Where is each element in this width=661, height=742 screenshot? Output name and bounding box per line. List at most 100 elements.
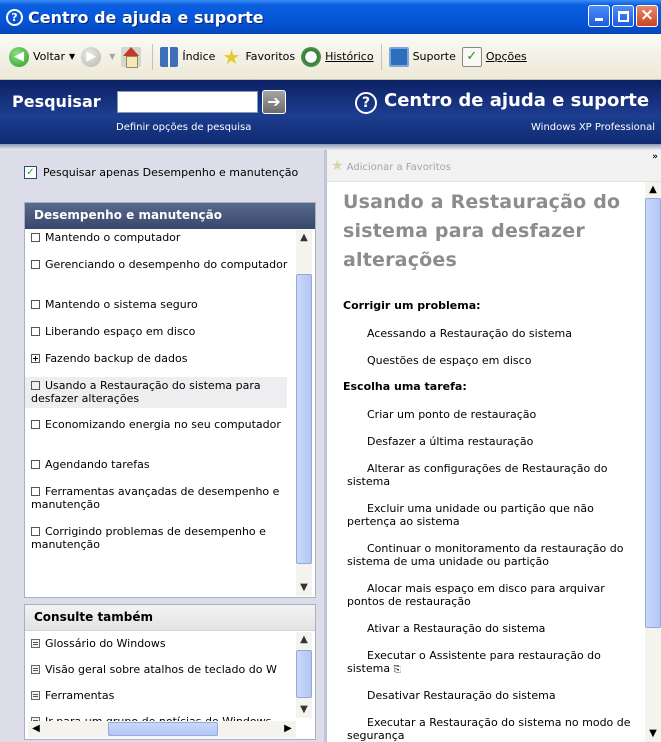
index-button[interactable]: Índice [157,42,218,72]
topic-label: Usando a Restauração do sistema para des… [31,379,261,405]
task-link[interactable]: Desativar Restauração do sistema [347,689,643,702]
task-link[interactable]: Criar um ponto de restauração [347,408,643,421]
history-button[interactable]: Histórico [298,42,376,72]
scroll-thumb[interactable] [108,722,218,736]
section-heading: Corrigir um problema: [343,299,481,312]
support-button[interactable]: Suporte [386,42,459,72]
topic-item[interactable]: Mantendo o sistema seguro [31,298,295,311]
scroll-thumb[interactable] [645,198,661,628]
favorites-button[interactable]: ★ Favoritos [218,42,298,72]
task-link[interactable]: Ativar a Restauração do sistema [347,622,643,635]
title-bar[interactable]: ? Centro de ajuda e suporte × [0,0,661,34]
search-options-link[interactable]: Definir opções de pesquisa [116,122,251,133]
back-button[interactable]: ◀ Voltar ▼ [6,42,78,72]
see-also-label: Visão geral sobre atalhos de teclado do … [45,663,277,676]
topic-icon [31,487,40,496]
see-also-scrollbar[interactable]: ▲ ▼ [296,632,312,718]
category-panel: Desempenho e manutenção Mantendo o compu… [24,202,316,598]
content-pane: ★ Adicionar a Favoritos » Usando a Restau… [327,150,661,742]
search-label: Pesquisar [12,92,101,111]
topic-item[interactable]: Fazendo backup de dados [31,352,295,365]
topic-icon [31,420,40,429]
task-link[interactable]: Continuar o monitoramento da restauração… [347,542,643,568]
scroll-down-icon[interactable]: ▼ [645,726,661,742]
topic-item[interactable]: Liberando espaço em disco [31,325,295,338]
support-icon [388,46,409,67]
topic-item[interactable]: Mantendo o computador [31,231,295,244]
topic-item[interactable]: Corrigindo problemas de desempenho e man… [31,525,295,551]
forward-arrow-icon: ▶ [81,46,102,67]
topic-label: Ferramentas avançadas de desempenho e ma… [31,485,280,511]
topic-item[interactable]: Economizando energia no seu computador [31,418,295,431]
close-icon: × [639,5,655,25]
search-input[interactable] [117,91,258,113]
scroll-right-icon[interactable]: ▶ [280,721,296,737]
scroll-thumb[interactable] [296,650,312,698]
task-link-wizard[interactable]: Executar o Assistente para restauração d… [347,649,643,677]
forward-dropdown-icon[interactable]: ▼ [109,52,115,61]
task-link[interactable]: Questões de espaço em disco [347,354,643,367]
topic-item[interactable]: Agendando tarefas [31,458,295,471]
topic-item[interactable]: Ferramentas avançadas de desempenho e ma… [31,485,295,511]
back-label: Voltar [33,50,66,63]
add-to-favorites-button[interactable]: ★ Adicionar a Favoritos [331,158,451,174]
expand-icon [31,354,40,363]
topic-item[interactable]: Gerenciando o desempenho do computador [31,258,295,271]
book-icon [160,46,179,67]
task-link[interactable]: Alocar mais espaço em disco para arquiva… [347,582,643,608]
article-heading: Usando a Restauração do sistema para des… [343,191,621,271]
topic-label: Gerenciando o desempenho do computador [45,258,288,271]
toolbar-separator [380,43,382,70]
scroll-up-icon[interactable]: ▲ [645,182,661,198]
brand-title: Centro de ajuda e suporte [384,90,650,111]
article-scrollbar[interactable]: ▲ ▼ [645,182,661,742]
index-label: Índice [182,50,216,63]
scroll-down-icon[interactable]: ▼ [296,702,312,718]
topic-label: Mantendo o sistema seguro [45,298,198,311]
scroll-up-icon[interactable]: ▲ [296,230,312,246]
topic-label: Economizando energia no seu computador [45,418,281,431]
star-icon: ★ [331,158,344,174]
topic-icon [31,527,40,536]
task-link[interactable]: Excluir uma unidade ou partição que não … [347,502,643,528]
scroll-up-icon[interactable]: ▲ [296,632,312,648]
scroll-down-icon[interactable]: ▼ [296,580,312,596]
see-also-item[interactable]: Ferramentas [31,689,297,702]
content-toolbar: ★ Adicionar a Favoritos » [327,150,661,182]
history-label: Histórico [325,50,374,63]
search-header: Pesquisar ➔ Definir opções de pesquisa ?… [0,80,661,144]
forward-button[interactable]: ▶ ▼ [78,42,118,72]
task-link[interactable]: Desfazer a última restauração [347,435,643,448]
close-button[interactable]: × [636,5,658,27]
brand-subtitle: Windows XP Professional [531,122,655,133]
toolbar-separator [152,43,154,70]
task-link[interactable]: Alterar as configurações de Restauração … [347,462,643,488]
topic-list-scrollbar[interactable]: ▲ ▼ [296,230,312,596]
home-button[interactable] [118,42,148,72]
document-icon [31,665,40,674]
options-button[interactable]: ✓ Opções [459,42,530,72]
see-also-panel: Consulte também Glossário do Windows Vis… [24,604,316,740]
search-go-button[interactable]: ➔ [262,90,286,114]
home-icon [121,46,142,68]
scroll-left-icon[interactable]: ◀ [28,721,44,737]
minimize-button[interactable] [588,5,610,27]
scroll-thumb[interactable] [296,274,312,564]
task-link[interactable]: Executar a Restauração do sistema no mod… [347,716,643,742]
section-heading: Escolha uma tarefa: [343,380,467,393]
restrict-search-checkbox[interactable]: ✓ Pesquisar apenas Desempenho e manutenç… [24,166,298,179]
favorites-label: Favoritos [245,50,296,63]
star-icon: ★ [222,44,241,69]
see-also-item[interactable]: Glossário do Windows [31,637,297,650]
see-also-horizontal-scrollbar[interactable]: ◀ ▶ [28,721,296,738]
category-title: Desempenho e manutenção [25,203,315,229]
topic-label: Mantendo o computador [45,231,181,244]
maximize-button[interactable] [612,5,634,27]
task-link[interactable]: Acessando a Restauração do sistema [347,327,643,340]
back-arrow-icon: ◀ [9,46,29,67]
see-also-item[interactable]: Visão geral sobre atalhos de teclado do … [31,663,297,676]
chevron-more-icon[interactable]: » [652,152,658,162]
topic-icon [31,381,40,390]
topic-item-selected[interactable]: Usando a Restauração do sistema para des… [25,377,287,408]
back-dropdown-icon[interactable]: ▼ [69,52,75,61]
